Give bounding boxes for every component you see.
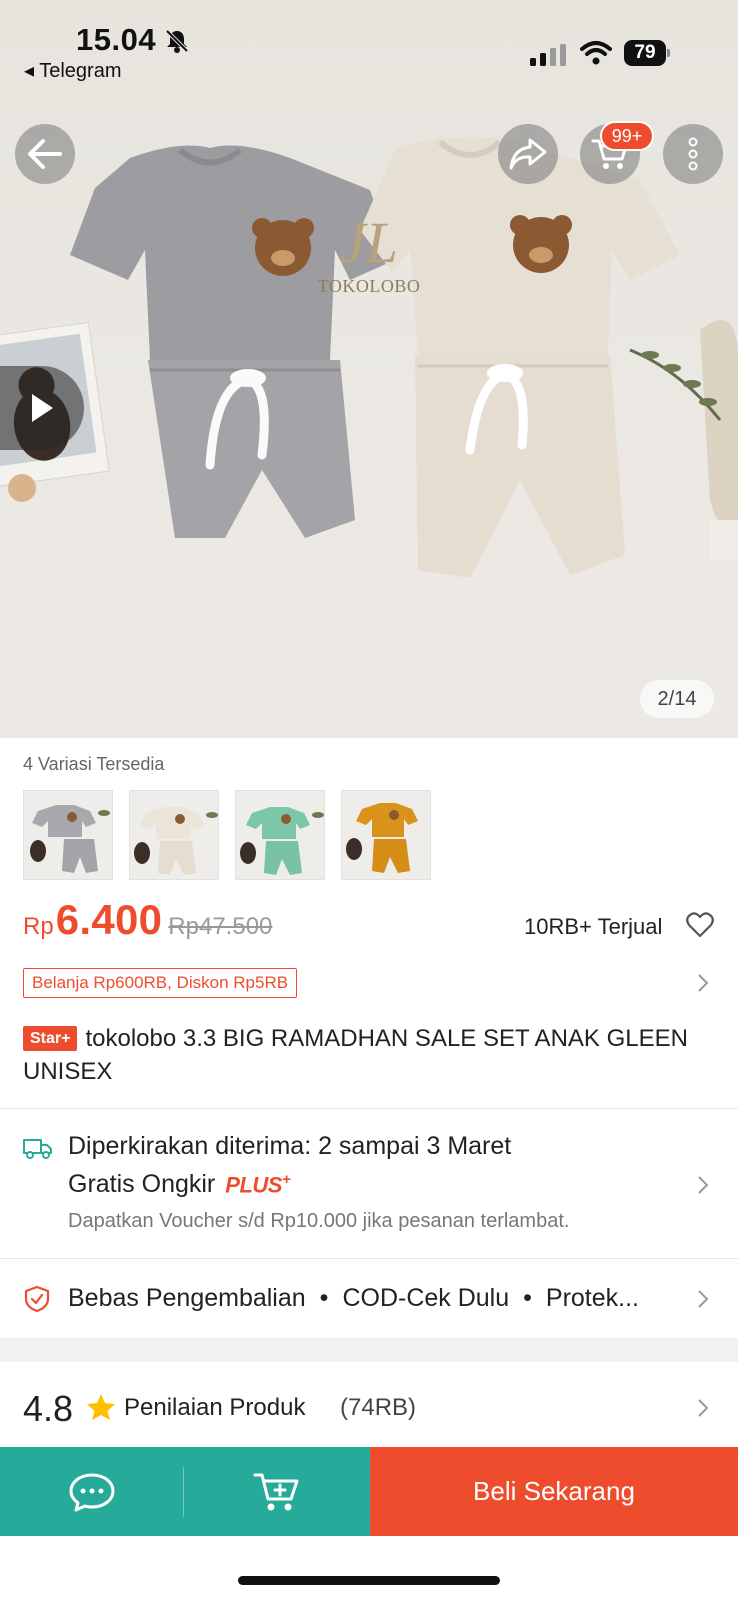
more-vertical-icon <box>688 137 698 171</box>
add-to-cart-button[interactable] <box>184 1447 370 1536</box>
home-indicator[interactable] <box>238 1576 500 1585</box>
divider <box>0 1108 738 1109</box>
more-options-button[interactable] <box>663 124 723 184</box>
chevron-right-icon[interactable] <box>697 1398 709 1418</box>
cart-add-icon <box>253 1473 299 1510</box>
variant-thumb-cream[interactable] <box>129 790 219 880</box>
variant-image <box>24 791 112 879</box>
bottom-action-bar: Beli Sekarang <box>0 1447 738 1536</box>
bell-muted-icon <box>165 29 189 53</box>
chat-button[interactable] <box>0 1447 184 1536</box>
cart-count-badge: 99+ <box>600 121 654 151</box>
product-image-gallery[interactable]: JL TOKOLOBO 15.04 ◂ Telegram 79 99+ 2/14 <box>0 0 738 738</box>
watermark: JL TOKOLOBO <box>317 210 421 296</box>
status-time: 15.04 <box>76 22 157 57</box>
battery-level: 79 <box>624 40 666 66</box>
variant-thumb-mint[interactable] <box>235 790 325 880</box>
delivery-estimate: Diperkirakan diterima: 2 sampai 3 Maret <box>68 1132 512 1160</box>
back-button[interactable] <box>15 124 75 184</box>
chevron-right-icon[interactable] <box>697 1175 709 1195</box>
battery-icon: 79 <box>624 40 670 66</box>
free-shipping-row: Gratis Ongkir PLUS+ <box>68 1170 291 1199</box>
wifi-icon <box>580 41 612 65</box>
price-row: Rp 6.400 Rp47.500 <box>23 896 272 944</box>
play-icon <box>32 394 53 422</box>
arrow-left-icon <box>28 139 62 169</box>
price-currency: Rp <box>23 913 54 940</box>
promo-tag[interactable]: Belanja Rp600RB, Diskon Rp5RB <box>23 968 298 998</box>
original-price: Rp47.500 <box>168 913 273 940</box>
product-page: JL TOKOLOBO 15.04 ◂ Telegram 79 99+ 2/14… <box>0 0 738 1600</box>
heart-icon[interactable] <box>686 912 714 938</box>
voucher-note: Dapatkan Voucher s/d Rp10.000 jika pesan… <box>68 1210 570 1232</box>
signal-icon <box>530 44 566 66</box>
sold-count: 10RB+ Terjual <box>524 914 663 939</box>
rating-score: 4.8 <box>23 1388 74 1429</box>
chat-icon <box>69 1473 115 1511</box>
section-separator <box>0 1338 738 1362</box>
play-video-button[interactable] <box>0 366 84 450</box>
image-counter: 2/14 <box>640 680 714 718</box>
rating-label[interactable]: Penilaian Produk <box>124 1394 305 1422</box>
guarantee-item: COD-Cek Dulu <box>342 1284 510 1312</box>
variant-list <box>23 790 431 880</box>
chevron-right-icon[interactable] <box>697 973 709 993</box>
divider <box>0 1258 738 1259</box>
variant-thumb-gray[interactable] <box>23 790 113 880</box>
guarantee-list[interactable]: Bebas Pengembalian • COD-Cek Dulu • Protek..… <box>68 1284 686 1313</box>
variant-thumb-mustard[interactable] <box>341 790 431 880</box>
guarantee-item: Protek... <box>545 1284 639 1312</box>
star-plus-badge: Star+ <box>23 1026 78 1051</box>
guarantee-item: Bebas Pengembalian <box>68 1284 306 1312</box>
variant-image <box>342 791 430 879</box>
product-photo <box>0 137 738 578</box>
star-icon <box>87 1394 115 1420</box>
back-to-app-link[interactable]: ◂ Telegram <box>24 58 122 83</box>
variant-image <box>130 791 218 879</box>
rating-count: (74RB) <box>340 1394 417 1421</box>
product-title-block: Star+ tokolobo 3.3 BIG RAMADHAN SALE SET … <box>23 1022 713 1088</box>
shield-check-icon <box>24 1285 50 1313</box>
free-shipping-label: Gratis Ongkir <box>68 1170 216 1198</box>
buy-now-button[interactable]: Beli Sekarang <box>370 1447 738 1536</box>
chevron-right-icon[interactable] <box>697 1289 709 1309</box>
plus-badge: PLUS+ <box>225 1170 291 1198</box>
variant-image <box>236 791 324 879</box>
price-value: 6.400 <box>55 896 163 943</box>
share-icon <box>509 138 547 170</box>
product-title: tokolobo 3.3 BIG RAMADHAN SALE SET ANAK … <box>23 1025 688 1085</box>
variants-title: 4 Variasi Tersedia <box>23 754 165 774</box>
delivery-truck-icon <box>23 1139 52 1159</box>
share-button[interactable] <box>498 124 558 184</box>
